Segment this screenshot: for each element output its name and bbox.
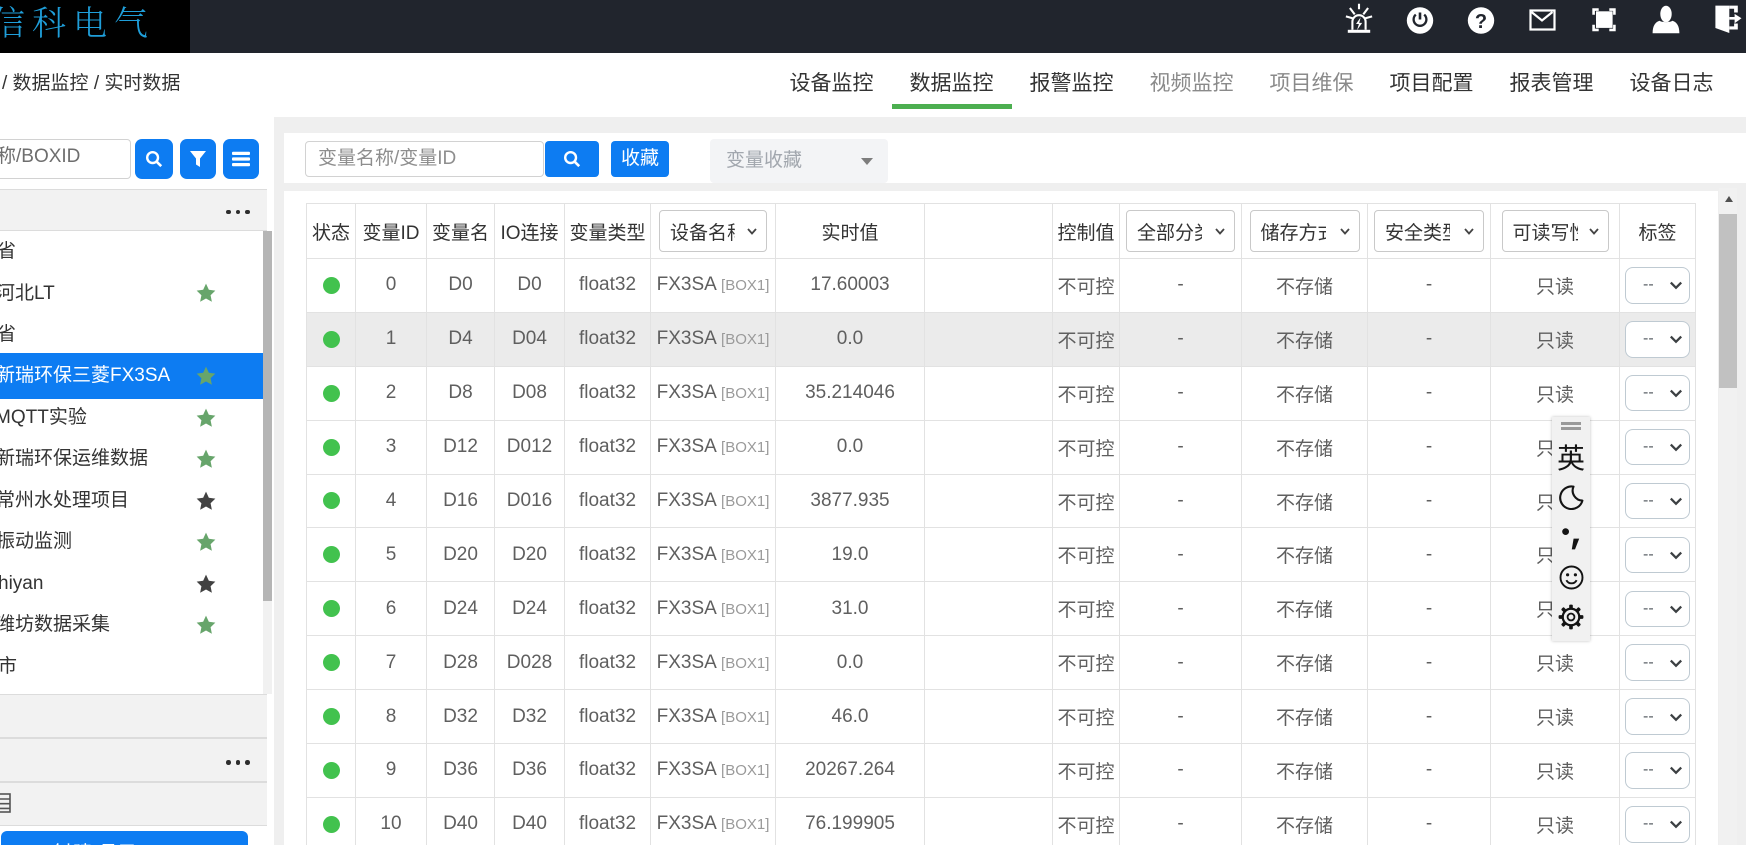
svg-text:?: ? — [1474, 11, 1486, 33]
